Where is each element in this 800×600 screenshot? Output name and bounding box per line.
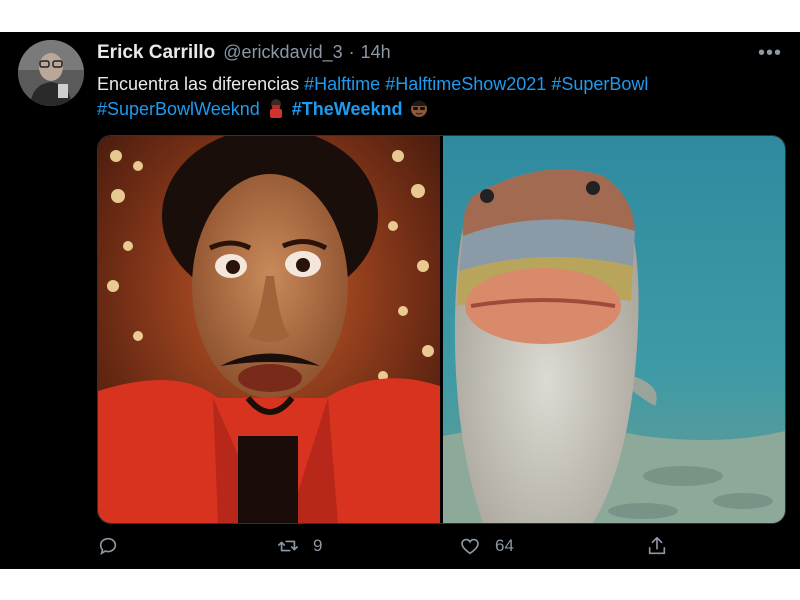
tweet-lead-text: Encuentra las diferencias [97, 74, 300, 94]
author-name[interactable]: Erick Carrillo [97, 42, 215, 64]
avatar-image [18, 40, 84, 106]
tweet-card[interactable]: Erick Carrillo @erickdavid_3 · 14h ••• E… [0, 32, 800, 569]
retweet-button[interactable]: 9 [277, 535, 322, 557]
like-count: 64 [495, 536, 514, 555]
singer-photo [98, 136, 440, 523]
retweet-count: 9 [313, 536, 323, 555]
avatar[interactable] [18, 40, 84, 106]
tweet-header: Erick Carrillo @erickdavid_3 · 14h [97, 42, 391, 66]
hashtag-superbowlweeknd[interactable]: #SuperBowlWeeknd [97, 99, 260, 119]
hashtag-halftimeshow2021[interactable]: #HalftimeShow2021 [385, 74, 546, 94]
like-button[interactable]: 64 [459, 535, 514, 557]
tweet-media[interactable] [97, 135, 786, 524]
retweet-icon [278, 540, 298, 552]
heart-icon [461, 538, 479, 555]
tweet-actions: 9 64 [97, 535, 697, 565]
mask-emoji-icon [269, 99, 282, 118]
reply-button[interactable] [97, 535, 133, 557]
sunglasses-face-emoji-icon [410, 100, 427, 117]
tweet-text: Encuentra las diferencias #Halftime #Hal… [97, 72, 777, 122]
reply-icon [99, 537, 117, 556]
hashtag-superbowl[interactable]: #SuperBowl [551, 74, 648, 94]
timestamp[interactable]: 14h [361, 42, 391, 63]
author-handle[interactable]: @erickdavid_3 [223, 42, 342, 63]
hashtag-halftime[interactable]: #Halftime [304, 74, 380, 94]
more-options-icon[interactable]: ••• [758, 42, 782, 65]
share-icon [648, 536, 666, 555]
separator: · [348, 42, 355, 62]
media-photo-left[interactable] [98, 136, 440, 523]
fish-photo [443, 136, 785, 523]
hashtag-theweeknd[interactable]: #TheWeeknd [292, 99, 403, 119]
share-button[interactable] [646, 535, 682, 557]
media-photo-right[interactable] [443, 136, 785, 523]
